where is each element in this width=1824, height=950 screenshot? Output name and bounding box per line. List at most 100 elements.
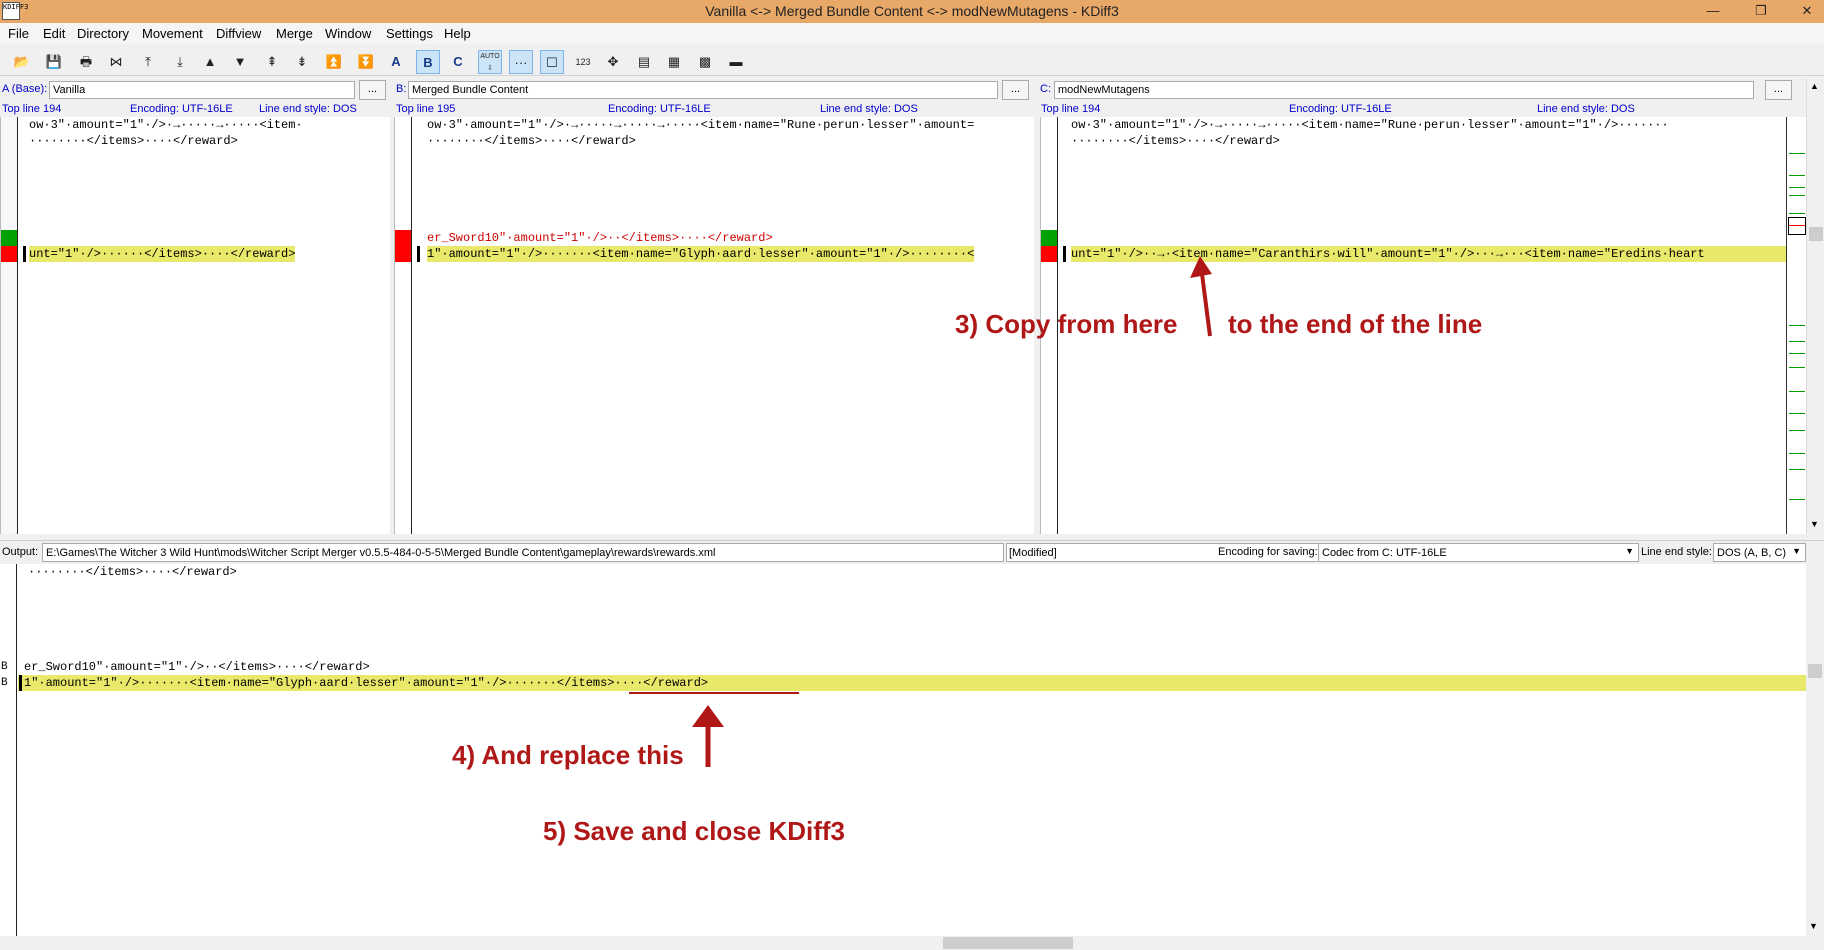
- minimize-icon[interactable]: —: [1697, 0, 1729, 22]
- pane-c-file-input[interactable]: modNewMutagens: [1054, 81, 1754, 99]
- output-scroll-thumb[interactable]: [1808, 664, 1822, 678]
- overview-mark: [1789, 213, 1805, 214]
- go-top-icon[interactable]: ⤒: [136, 50, 160, 74]
- menu-merge[interactable]: Merge: [276, 26, 313, 41]
- pane-b-status: Top line 195 Encoding: UTF-16LE Line end…: [394, 101, 1034, 117]
- pane-b-line-end: Line end style: DOS: [820, 103, 918, 115]
- save-icon[interactable]: 💾: [42, 50, 66, 74]
- menu-diffview[interactable]: Diffview: [216, 26, 261, 41]
- overview-mark: [1789, 413, 1805, 414]
- pane-a-marker-red: [1, 246, 17, 262]
- encoding-select-value: Codec from C: UTF-16LE: [1322, 547, 1447, 559]
- pane-c-status: Top line 194 Encoding: UTF-16LE Line end…: [1040, 101, 1806, 117]
- overview-mark: [1789, 469, 1805, 470]
- scroll-down-icon[interactable]: ▼: [1810, 519, 1819, 529]
- pane-a-browse-button[interactable]: ...: [359, 80, 386, 100]
- pane-a-cursor: [23, 246, 26, 262]
- restore-icon[interactable]: ❐: [1745, 0, 1777, 22]
- menu-help[interactable]: Help: [444, 26, 471, 41]
- annotation-step3-right: to the end of the line: [1228, 309, 1483, 339]
- line-numbers-button[interactable]: 123: [571, 50, 595, 74]
- auto-advance-button[interactable]: AUTO ⇩: [478, 50, 502, 74]
- encoding-select[interactable]: Codec from C: UTF-16LE ▼: [1318, 543, 1639, 562]
- pane-c-browse-button[interactable]: ...: [1765, 80, 1792, 100]
- top-vertical-scrollbar[interactable]: ▲ ▼: [1806, 79, 1824, 534]
- pane-a-line-2: ········</items>····</reward>: [29, 134, 238, 148]
- menu-movement[interactable]: Movement: [142, 26, 203, 41]
- line-end-style-label: Line end style:: [1641, 546, 1712, 558]
- merge-output-pane[interactable]: ········</items>····</reward> B er_Sword…: [0, 564, 1806, 936]
- overview-viewport-box[interactable]: [1788, 217, 1806, 235]
- pane-a-marker-green: [1, 230, 17, 246]
- overview-icon[interactable]: ▦: [662, 50, 686, 74]
- arrow-up-icon: [692, 705, 724, 767]
- next-unsolved-icon[interactable]: ⏬: [354, 50, 378, 74]
- menu-window[interactable]: Window: [325, 26, 371, 41]
- scroll-up-icon[interactable]: ▲: [1810, 81, 1819, 91]
- menu-directory[interactable]: Directory: [77, 26, 129, 41]
- prev-delta-icon[interactable]: ▲: [198, 50, 222, 74]
- pane-c-marker-red: [1041, 246, 1057, 262]
- overview-mark: [1789, 499, 1805, 500]
- overview-mark: [1789, 187, 1805, 188]
- scroll-thumb[interactable]: [1809, 227, 1823, 241]
- pane-b-top-line: Top line 195: [396, 103, 456, 115]
- print-icon[interactable]: 🖶: [74, 50, 98, 74]
- diff-overview-strip[interactable]: [1786, 117, 1806, 534]
- next-delta-icon[interactable]: ▼: [228, 50, 252, 74]
- pane-b-line-1: ow·3"·amount="1"·/>·→·····→·····→·····<i…: [427, 118, 975, 132]
- pane-a-line-end: Line end style: DOS: [259, 103, 357, 115]
- output-cursor: [19, 675, 22, 691]
- go-bottom-icon[interactable]: ⤓: [168, 50, 192, 74]
- auto-advance-label: AUTO: [480, 53, 500, 60]
- window-title: Vanilla <-> Merged Bundle Content <-> mo…: [705, 3, 1119, 19]
- pane-a-line-1: ow·3"·amount="1"·/>·→·····→·····<item·: [29, 118, 303, 132]
- word-wrap-icon[interactable]: ✥: [601, 50, 625, 74]
- menu-settings[interactable]: Settings: [386, 26, 433, 41]
- pane-c-line-1: ow·3"·amount="1"·/>·→·····→·····<item·na…: [1071, 118, 1669, 132]
- menu-bar: File Edit Directory Movement Diffview Me…: [0, 23, 1824, 44]
- toggle-view-icon[interactable]: ▩: [693, 50, 717, 74]
- next-conflict-icon[interactable]: ⇟: [290, 50, 314, 74]
- close-icon[interactable]: ✕: [1791, 0, 1823, 22]
- select-b-button[interactable]: B: [416, 50, 440, 74]
- output-bar: Output: E:\Games\The Witcher 3 Wild Hunt…: [0, 540, 1824, 564]
- pane-c-marker-green: [1041, 230, 1057, 246]
- output-label: Output:: [2, 546, 39, 558]
- chevron-down-icon: ▼: [1792, 546, 1801, 556]
- pane-a[interactable]: ow·3"·amount="1"·/>·→·····→·····<item· ·…: [0, 117, 390, 534]
- open-icon[interactable]: 📂: [10, 50, 34, 74]
- encoding-saving-label: Encoding for saving:: [1218, 546, 1318, 558]
- pane-a-file-input[interactable]: Vanilla: [49, 81, 355, 99]
- split-view-icon[interactable]: ▤: [632, 50, 656, 74]
- chevron-down-icon: ▼: [1625, 546, 1634, 556]
- pane-b-fileinfo: B: Merged Bundle Content ...: [394, 80, 1034, 100]
- overview-mark: [1789, 353, 1805, 354]
- horizontal-scrollbar[interactable]: [0, 936, 1806, 950]
- pane-b-browse-button[interactable]: ...: [1002, 80, 1029, 100]
- prev-unsolved-icon[interactable]: ⏫: [322, 50, 346, 74]
- show-whitespace-icon[interactable]: ···: [509, 50, 533, 74]
- menu-edit[interactable]: Edit: [43, 26, 65, 41]
- output-vertical-scrollbar[interactable]: ▼: [1806, 564, 1824, 936]
- pane-b[interactable]: ow·3"·amount="1"·/>·→·····→·····→·····<i…: [394, 117, 1034, 534]
- pane-a-label: A (Base):: [2, 83, 48, 95]
- prev-conflict-icon[interactable]: ⇞: [260, 50, 284, 74]
- line-end-select[interactable]: DOS (A, B, C) ▼: [1713, 543, 1806, 562]
- replace-underline: [629, 692, 799, 694]
- output-path-field[interactable]: E:\Games\The Witcher 3 Wild Hunt\mods\Wi…: [42, 543, 1004, 562]
- menu-file[interactable]: File: [8, 26, 29, 41]
- go-current-icon[interactable]: ⋈: [104, 50, 128, 74]
- merge-view-icon[interactable]: ▬: [724, 50, 748, 74]
- select-a-button[interactable]: A: [384, 50, 408, 74]
- overview-mark: [1789, 195, 1805, 196]
- hscroll-thumb[interactable]: [943, 937, 1073, 949]
- pane-b-file-input[interactable]: Merged Bundle Content: [408, 81, 998, 99]
- pane-a-gutter: [1, 117, 18, 534]
- pane-a-encoding: Encoding: UTF-16LE: [130, 103, 233, 115]
- show-whitespace-chars-icon[interactable]: ☐: [540, 50, 564, 74]
- pane-c-cursor: [1063, 246, 1066, 262]
- scroll-down-icon[interactable]: ▼: [1809, 921, 1818, 931]
- toolbar: 📂 💾 🖶 ⋈ ⤒ ⤓ ▲ ▼ ⇞ ⇟ ⏫ ⏬ A B C AUTO ⇩ ··· …: [0, 46, 1824, 76]
- select-c-button[interactable]: C: [446, 50, 470, 74]
